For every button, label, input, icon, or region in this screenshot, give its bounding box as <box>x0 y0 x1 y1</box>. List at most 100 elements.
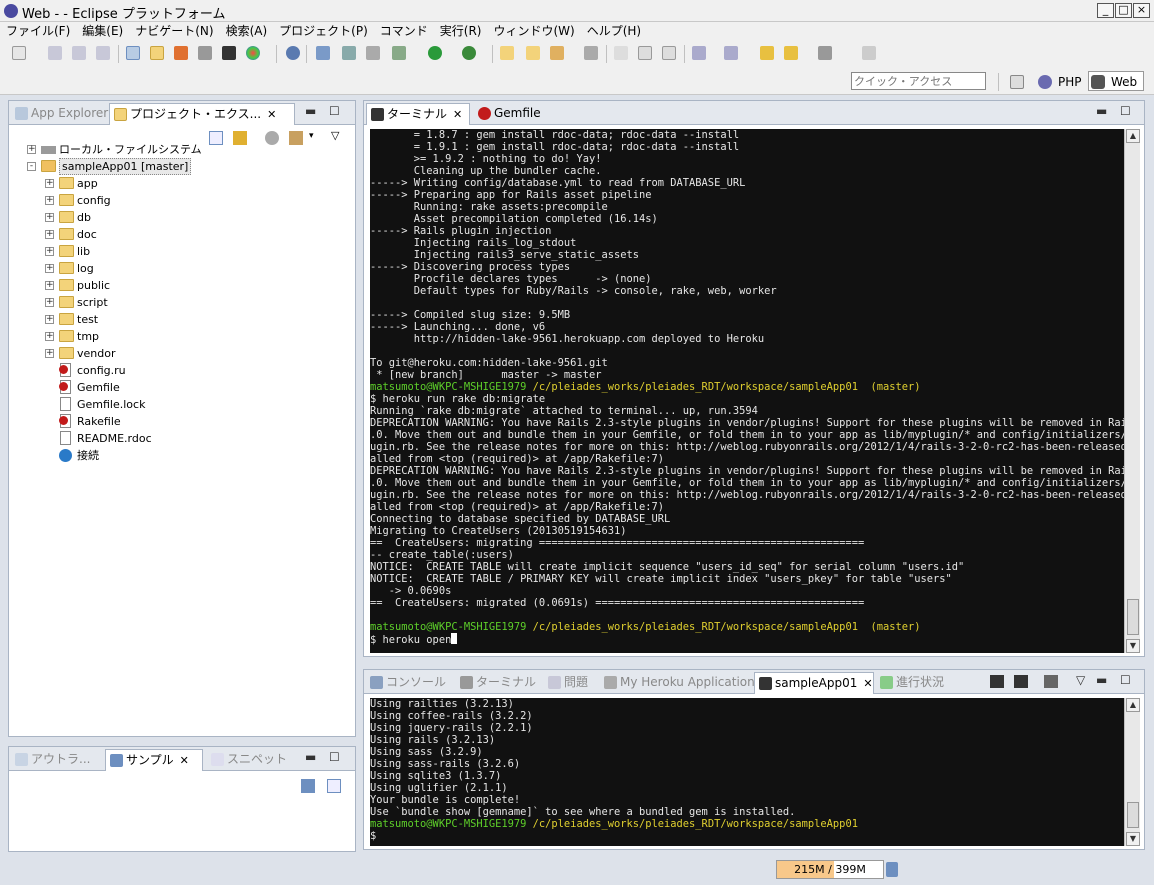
minimize-icon[interactable]: ▬ <box>1096 673 1107 687</box>
close-button[interactable]: × <box>1133 3 1150 18</box>
import-icon[interactable] <box>301 779 315 793</box>
menu-file[interactable]: ファイル(F) <box>0 22 76 40</box>
menu-help[interactable]: ヘルプ(H) <box>581 22 647 40</box>
next-annotation-icon[interactable] <box>692 46 706 60</box>
tab-console[interactable]: コンソール <box>366 672 454 694</box>
scroll-down-icon[interactable]: ▼ <box>1126 832 1140 846</box>
new-icon[interactable] <box>12 46 26 60</box>
expand-icon[interactable]: + <box>45 298 54 307</box>
open-folder-icon[interactable] <box>500 46 514 60</box>
maximize-icon[interactable]: ☐ <box>329 750 340 764</box>
view-menu-icon[interactable]: ▽ <box>1076 673 1085 687</box>
last-edit-icon[interactable] <box>760 46 774 60</box>
tab-sample[interactable]: サンプル ✕ <box>105 749 203 771</box>
forward-icon[interactable] <box>818 46 832 60</box>
tab-heroku-apps[interactable]: My Heroku Applications <box>600 672 761 694</box>
minimize-icon[interactable]: ▬ <box>1096 104 1107 118</box>
new-terminal-icon[interactable] <box>990 675 1004 688</box>
prev-annotation-icon[interactable] <box>724 46 738 60</box>
menu-window[interactable]: ウィンドウ(W) <box>487 22 580 40</box>
tab-outline[interactable]: アウトラ... <box>11 749 101 771</box>
expand-icon[interactable]: + <box>45 281 54 290</box>
open-perspective-icon[interactable] <box>1010 75 1024 89</box>
collapse-icon[interactable]: - <box>27 162 36 171</box>
trash-icon[interactable] <box>886 862 898 877</box>
perspective-php[interactable]: PHP <box>1036 72 1082 92</box>
disconnect-icon[interactable] <box>1044 675 1058 688</box>
close-icon[interactable]: ✕ <box>267 105 276 125</box>
expand-icon[interactable]: + <box>45 247 54 256</box>
expand-icon[interactable]: + <box>45 315 54 324</box>
tab-progress[interactable]: 進行状況 <box>876 672 962 694</box>
link-editor-icon[interactable] <box>233 131 247 145</box>
settings-icon[interactable] <box>286 46 300 60</box>
tab-sampleapp01[interactable]: sampleApp01 ✕ <box>754 672 874 694</box>
pen-icon[interactable] <box>614 46 628 60</box>
copy-icon[interactable] <box>366 46 380 60</box>
heap-status[interactable]: 215M / 399M <box>776 860 884 879</box>
home-icon[interactable] <box>174 46 188 60</box>
expand-icon[interactable]: + <box>45 332 54 341</box>
view-menu-chevron-down-icon[interactable]: ▾ <box>309 131 314 141</box>
filters-icon[interactable] <box>289 131 303 145</box>
layout-icon[interactable] <box>126 46 140 60</box>
print-icon[interactable] <box>96 46 110 60</box>
tab-app-explorer[interactable]: App Explorer <box>11 103 108 125</box>
console-scrollbar[interactable]: ▲ ▼ <box>1124 698 1140 846</box>
maximize-icon[interactable]: ☐ <box>1120 673 1131 687</box>
menu-run[interactable]: 実行(R) <box>434 22 488 40</box>
tab-gemfile[interactable]: Gemfile <box>474 103 558 125</box>
pin-icon[interactable] <box>316 46 330 60</box>
view-menu-icon[interactable]: ▽ <box>331 129 339 142</box>
save-icon[interactable] <box>48 46 62 60</box>
maximize-button[interactable]: □ <box>1115 3 1132 18</box>
back-icon[interactable] <box>784 46 798 60</box>
tab-snippets[interactable]: スニペット <box>207 749 297 771</box>
maximize-icon[interactable]: ☐ <box>1120 104 1131 118</box>
expand-icon[interactable]: + <box>27 145 36 154</box>
focus-icon[interactable] <box>265 131 279 145</box>
terminal-icon[interactable] <box>222 46 236 60</box>
tab-project-explorer[interactable]: プロジェクト・エクス... ✕ <box>109 103 295 125</box>
expand-icon[interactable]: + <box>45 264 54 273</box>
debug-icon[interactable] <box>342 46 356 60</box>
tab-terminal[interactable]: ターミナル ✕ <box>366 103 470 125</box>
minimize-icon[interactable]: ▬ <box>305 750 316 764</box>
block-icon[interactable] <box>638 46 652 60</box>
menu-search[interactable]: 検索(A) <box>220 22 274 40</box>
close-icon[interactable]: ✕ <box>180 751 189 771</box>
minimize-icon[interactable]: ▬ <box>305 104 316 118</box>
scroll-down-icon[interactable]: ▼ <box>1126 639 1140 653</box>
terminal-output[interactable]: = 1.8.7 : gem install rdoc-data; rdoc-da… <box>370 129 1124 653</box>
format-icon[interactable] <box>662 46 676 60</box>
expand-icon[interactable]: + <box>45 349 54 358</box>
tab-terminal-2[interactable]: ターミナル <box>456 672 542 694</box>
scroll-thumb[interactable] <box>1127 802 1139 828</box>
expand-icon[interactable]: + <box>45 196 54 205</box>
quick-access-input[interactable] <box>851 72 986 90</box>
tools-icon[interactable] <box>584 46 598 60</box>
menu-project[interactable]: プロジェクト(P) <box>273 22 374 40</box>
open-type-icon[interactable] <box>526 46 540 60</box>
run-external-icon[interactable] <box>462 46 476 60</box>
terminal-settings-icon[interactable] <box>1014 675 1028 688</box>
collapse-all-icon[interactable] <box>327 779 341 793</box>
pin-editor-icon[interactable] <box>862 46 876 60</box>
expand-icon[interactable]: + <box>45 213 54 222</box>
menu-navigate[interactable]: ナビゲート(N) <box>129 22 219 40</box>
collapse-all-icon[interactable] <box>209 131 223 145</box>
scroll-up-icon[interactable]: ▲ <box>1126 129 1140 143</box>
hierarchy-icon[interactable] <box>150 46 164 60</box>
expand-icon[interactable]: + <box>45 230 54 239</box>
scroll-up-icon[interactable]: ▲ <box>1126 698 1140 712</box>
close-icon[interactable]: ✕ <box>863 674 872 694</box>
perspective-web[interactable]: Web <box>1088 71 1144 91</box>
console-output[interactable]: Using railties (3.2.13) Using coffee-rail… <box>370 698 1124 846</box>
maximize-icon[interactable]: ☐ <box>329 104 340 118</box>
close-icon[interactable]: ✕ <box>453 105 462 125</box>
menu-command[interactable]: コマンド <box>374 22 434 40</box>
terminal-scrollbar[interactable]: ▲ ▼ <box>1124 129 1140 653</box>
tab-problems[interactable]: 問題 <box>544 672 600 694</box>
scroll-thumb[interactable] <box>1127 599 1139 635</box>
menu-edit[interactable]: 編集(E) <box>76 22 129 40</box>
